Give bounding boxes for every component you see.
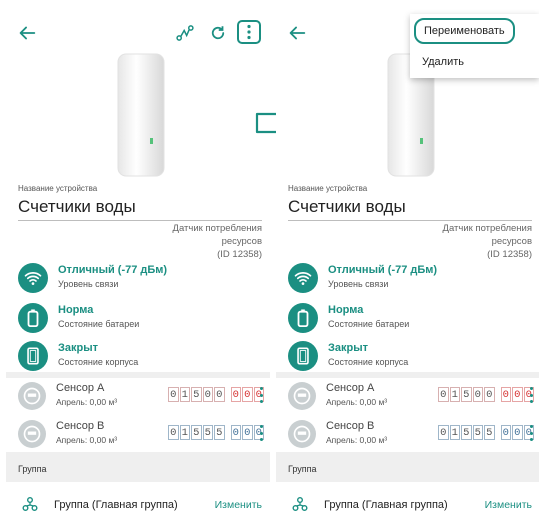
rename-menu-item[interactable]: Переименовать [414, 18, 515, 44]
more-vert-icon[interactable] [237, 20, 261, 44]
meter-icon [288, 420, 316, 448]
refresh-icon[interactable] [205, 20, 231, 46]
sensor-a-more-icon[interactable] [258, 387, 264, 403]
group-section-header: Группа [6, 452, 270, 482]
sensor-a-counter: 0 1 5 0 0 0 0 0 [438, 387, 535, 402]
device-type: Датчик потребления ресурсов (ID 12358) [442, 223, 532, 260]
edit-group-link[interactable]: Изменить [215, 499, 262, 511]
signal-status: Отличный (-77 дБм) Уровень связи [18, 262, 258, 296]
battery-status: Норма Состояние батареи [18, 302, 258, 336]
group-section-header: Группа [276, 452, 539, 482]
top-app-bar [6, 18, 270, 48]
group-row: Группа (Главная группа) Изменить [276, 492, 539, 518]
divider [6, 372, 270, 378]
route-icon[interactable] [172, 20, 198, 46]
sensor-b-counter: 0 1 5 5 5 0 0 0 [438, 425, 535, 440]
device-name-label: Название устройства [288, 184, 368, 193]
sensor-a-more-icon[interactable] [528, 387, 534, 403]
case-icon [18, 341, 48, 371]
case-icon [288, 341, 318, 371]
battery-icon [18, 303, 48, 333]
device-name-field[interactable]: Счетчики воды [18, 197, 262, 221]
overflow-menu: Переименовать Удалить [410, 14, 539, 78]
sensor-b-row[interactable]: Сенсор В Апрель: 0,00 м³ 0 1 5 5 5 0 0 0 [18, 420, 266, 452]
sensor-a-counter: 0 1 5 0 0 0 0 0 [168, 387, 265, 402]
device-image [117, 53, 165, 177]
device-name-field[interactable]: Счетчики воды [288, 197, 532, 221]
sensor-a-row[interactable]: Сенсор А Апрель: 0,00 м³ 0 1 5 0 0 0 0 0 [18, 382, 266, 414]
sensor-b-counter: 0 1 5 5 5 0 0 0 [168, 425, 265, 440]
device-name-label: Название устройства [18, 184, 98, 193]
back-arrow-icon[interactable] [16, 22, 38, 44]
signal-status: Отличный (-77 дБм) Уровень связи [288, 262, 528, 296]
group-icon [22, 497, 38, 511]
back-arrow-icon[interactable] [286, 22, 308, 44]
sensor-b-more-icon[interactable] [528, 425, 534, 441]
edit-group-link[interactable]: Изменить [485, 499, 532, 511]
meter-icon [288, 382, 316, 410]
delete-menu-item[interactable]: Удалить [422, 56, 464, 68]
wifi-icon [18, 263, 48, 293]
battery-status: Норма Состояние батареи [288, 302, 528, 336]
divider [276, 372, 539, 378]
battery-icon [288, 303, 318, 333]
group-row: Группа (Главная группа) Изменить [6, 492, 270, 518]
meter-icon [18, 382, 46, 410]
case-status: Закрыт Состояние корпуса [288, 340, 528, 374]
group-icon [292, 497, 308, 511]
case-status: Закрыт Состояние корпуса [18, 340, 258, 374]
sensor-b-more-icon[interactable] [258, 425, 264, 441]
meter-icon [18, 420, 46, 448]
device-type: Датчик потребления ресурсов (ID 12358) [172, 223, 262, 260]
sensor-a-row[interactable]: Сенсор А Апрель: 0,00 м³ 0 1 5 0 0 0 0 0 [288, 382, 536, 414]
sensor-b-row[interactable]: Сенсор В Апрель: 0,00 м³ 0 1 5 5 5 0 0 0 [288, 420, 536, 452]
wifi-icon [288, 263, 318, 293]
device-screen-before: Название устройства Счетчики воды Датчик… [6, 0, 270, 519]
